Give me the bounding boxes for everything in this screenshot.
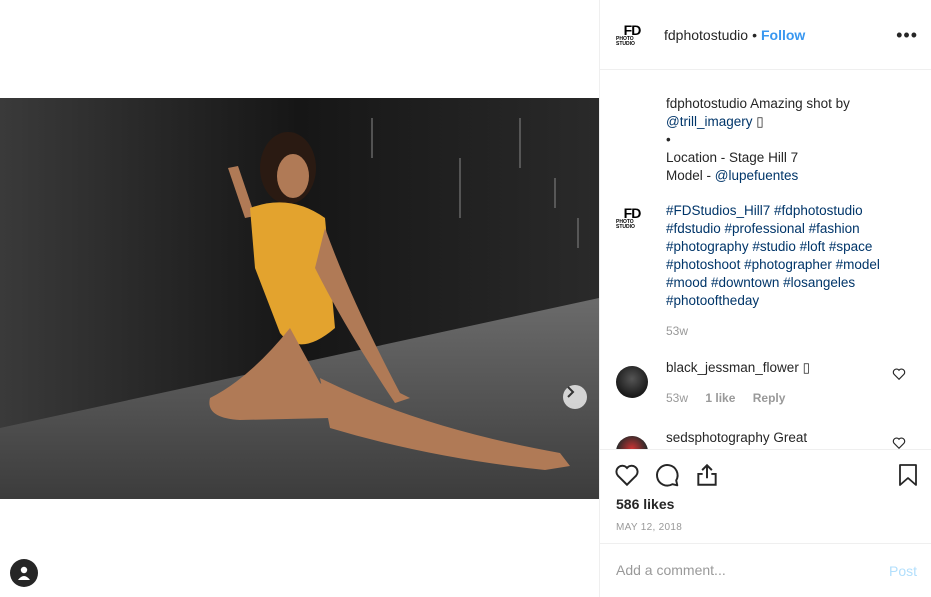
logo-text: FD: [623, 21, 642, 38]
caption-model-prefix: Model -: [666, 168, 715, 183]
caption-time: 53w: [666, 324, 689, 338]
post-header: FD PHOTO STUDIO fdphotostudio • Follow •…: [600, 0, 931, 70]
more-icon[interactable]: •••: [896, 25, 918, 46]
hashtag-line[interactable]: #fdstudio #professional #fashion: [666, 220, 916, 238]
caption-username[interactable]: fdphotostudio: [666, 96, 747, 111]
comment-text: ▯: [798, 360, 810, 375]
hashtags: #FDStudios_Hill7 #fdphotostudio #fdstudi…: [666, 202, 916, 310]
caption-text: Amazing shot by: [747, 96, 850, 111]
caption-bullet: •: [666, 132, 671, 147]
header-username[interactable]: fdphotostudio: [664, 27, 748, 43]
heart-icon[interactable]: [614, 462, 640, 488]
hashtag-line[interactable]: #photography #studio #loft #space: [666, 238, 916, 256]
comments-section: fdphotostudio Amazing shot by @trill_ima…: [600, 71, 931, 449]
caption: fdphotostudio Amazing shot by @trill_ima…: [666, 95, 916, 185]
post-button[interactable]: Post: [889, 563, 917, 579]
hashtag-line[interactable]: #photooftheday: [666, 292, 916, 310]
reply-button[interactable]: Reply: [753, 391, 786, 405]
caption-emoji: ▯: [752, 114, 764, 129]
comment-icon[interactable]: [654, 462, 680, 488]
hashtag-line[interactable]: #photoshoot #photographer #model: [666, 256, 916, 274]
comment-username[interactable]: sedsphotography: [666, 430, 770, 445]
next-slide-button[interactable]: [563, 385, 587, 409]
photo-illustration: [0, 98, 599, 499]
comment-time: 53w: [666, 391, 689, 405]
account-logo[interactable]: FD PHOTO STUDIO: [616, 18, 648, 51]
avatar[interactable]: [616, 366, 648, 398]
hashtag-comment-avatar[interactable]: FD PHOTO STUDIO: [616, 202, 648, 234]
comment: black_jessman_flower ▯: [666, 360, 810, 376]
comment-likes[interactable]: 1 like: [705, 391, 735, 405]
comment-username[interactable]: black_jessman_flower: [666, 360, 799, 375]
post-date: MAY 12, 2018: [616, 522, 683, 533]
comment: sedsphotography Great: [666, 430, 807, 445]
share-icon[interactable]: [694, 462, 720, 488]
avatar[interactable]: [616, 436, 648, 449]
follow-button[interactable]: Follow: [761, 27, 805, 43]
heart-icon[interactable]: [892, 367, 906, 381]
media-area: [0, 0, 599, 597]
user-icon: [18, 566, 30, 580]
hashtag-line[interactable]: #mood #downtown #losangeles: [666, 274, 916, 292]
header-separator: •: [752, 26, 757, 43]
post-panel: FD PHOTO STUDIO fdphotostudio • Follow •…: [599, 0, 931, 597]
caption-mention[interactable]: @trill_imagery: [666, 114, 752, 129]
add-comment-bar: Post: [600, 543, 931, 597]
logo-subtext: PHOTO STUDIO: [616, 219, 635, 230]
logo-subtext: PHOTO STUDIO: [616, 35, 635, 47]
caption-model-mention[interactable]: @lupefuentes: [715, 168, 799, 183]
caption-location: Location - Stage Hill 7: [666, 150, 799, 165]
post-actions: 586 likes MAY 12, 2018: [600, 449, 931, 544]
like-count[interactable]: 586 likes: [616, 496, 674, 512]
bookmark-icon[interactable]: [896, 462, 920, 488]
comment-meta: 53w 1 like Reply: [666, 391, 799, 405]
chevron-right-icon: [567, 386, 575, 398]
post-photo[interactable]: [0, 98, 599, 499]
profile-button[interactable]: [10, 559, 38, 587]
comment-text: Great: [769, 430, 808, 445]
logo-text: FD: [623, 205, 642, 221]
heart-icon[interactable]: [892, 436, 906, 449]
hashtag-line[interactable]: #FDStudios_Hill7 #fdphotostudio: [666, 202, 916, 220]
comment-input[interactable]: [616, 559, 866, 581]
